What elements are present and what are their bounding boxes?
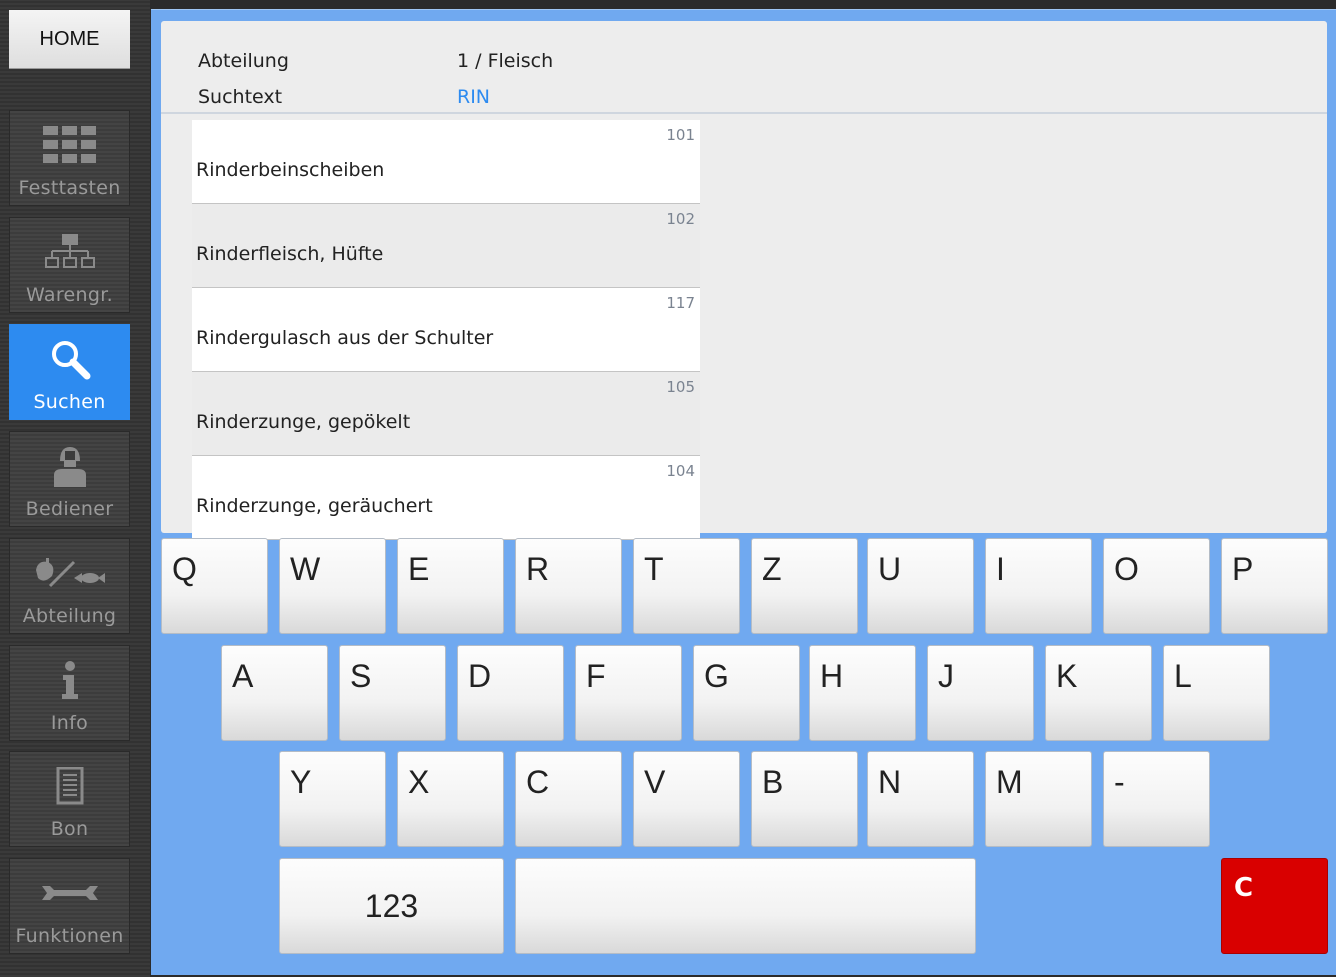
receipt-icon [56, 760, 84, 812]
article-code: 105 [666, 378, 695, 396]
sidebar-item-label: Funktionen [15, 925, 124, 947]
article-code: 102 [666, 210, 695, 228]
result-item[interactable]: 102 Rinderfleisch, Hüfte [192, 204, 700, 288]
sidebar-item-bon[interactable]: Bon [9, 751, 130, 847]
space-key[interactable] [515, 858, 976, 954]
result-item[interactable]: 104 Rinderzunge, geräuchert [192, 456, 700, 540]
key-q[interactable]: Q [161, 538, 268, 634]
result-item[interactable]: 117 Rindergulasch aus der Schulter [192, 288, 700, 372]
sidebar-item-funktionen[interactable]: Funktionen [9, 858, 130, 954]
key-u[interactable]: U [867, 538, 974, 634]
sidebar-item-label: Bon [50, 818, 89, 840]
operator-icon [50, 440, 90, 492]
sidebar-item-label: Abteilung [22, 605, 117, 627]
search-text-value: RIN [457, 86, 491, 108]
sidebar-item-label: Info [50, 712, 89, 734]
article-name: Rinderzunge, gepökelt [196, 411, 411, 433]
key-a[interactable]: A [221, 645, 328, 741]
wrench-icon [40, 867, 100, 919]
key-z[interactable]: Z [751, 538, 858, 634]
sidebar-item-suchen[interactable]: Suchen [9, 324, 130, 420]
sidebar-item-label: Bediener [25, 498, 114, 520]
key-s[interactable]: S [339, 645, 446, 741]
key-j[interactable]: J [927, 645, 1034, 741]
info-icon [60, 654, 80, 706]
hierarchy-icon [44, 226, 95, 278]
key-f[interactable]: F [575, 645, 682, 741]
key-p[interactable]: P [1221, 538, 1328, 634]
department-row: Abteilung 1 / Fleisch [198, 50, 553, 72]
article-name: Rinderzunge, geräuchert [196, 495, 433, 517]
result-item[interactable]: 105 Rinderzunge, gepökelt [192, 372, 700, 456]
sidebar-item-festtasten[interactable]: Festtasten [9, 110, 130, 206]
key-i[interactable]: I [985, 538, 1092, 634]
home-button[interactable]: HOME [9, 10, 130, 69]
key-hyphen[interactable]: - [1103, 751, 1210, 847]
result-item[interactable]: 101 Rinderbeinscheiben [192, 120, 700, 204]
divider [161, 112, 1327, 114]
sidebar-item-label: Festtasten [18, 177, 121, 199]
search-icon [49, 333, 91, 385]
key-c[interactable]: C [515, 751, 622, 847]
numeric-keyboard-button[interactable]: 123 [279, 858, 504, 954]
key-d[interactable]: D [457, 645, 564, 741]
search-panel: Abteilung 1 / Fleisch Suchtext RIN 101 R… [161, 21, 1327, 540]
sidebar-item-label: Suchen [33, 391, 106, 413]
key-t[interactable]: T [633, 538, 740, 634]
key-n[interactable]: N [867, 751, 974, 847]
search-text-row: Suchtext RIN [198, 86, 490, 108]
department-value: 1 / Fleisch [457, 50, 554, 72]
key-g[interactable]: G [693, 645, 800, 741]
key-l[interactable]: L [1163, 645, 1270, 741]
key-h[interactable]: H [809, 645, 916, 741]
department-label: Abteilung [198, 50, 289, 72]
department-icon [34, 547, 106, 599]
article-code: 104 [666, 462, 695, 480]
article-code: 117 [666, 294, 695, 312]
key-b[interactable]: B [751, 751, 858, 847]
key-r[interactable]: R [515, 538, 622, 634]
key-y[interactable]: Y [279, 751, 386, 847]
key-v[interactable]: V [633, 751, 740, 847]
key-e[interactable]: E [397, 538, 504, 634]
grid-icon [42, 119, 97, 171]
home-button-label: HOME [39, 27, 100, 50]
sidebar-item-info[interactable]: Info [9, 645, 130, 741]
key-o[interactable]: O [1103, 538, 1210, 634]
key-k[interactable]: K [1045, 645, 1152, 741]
result-list: 101 Rinderbeinscheiben 102 Rinderfleisch… [192, 120, 700, 540]
sidebar: HOME Festtasten Warengr. Suchen Bediener… [0, 0, 150, 977]
article-code: 101 [666, 126, 695, 144]
key-w[interactable]: W [279, 538, 386, 634]
article-name: Rindergulasch aus der Schulter [196, 327, 494, 349]
sidebar-item-abteilung[interactable]: Abteilung [9, 538, 130, 634]
article-name: Rinderbeinscheiben [196, 159, 385, 181]
sidebar-item-label: Warengr. [26, 284, 113, 306]
main-panel: Abteilung 1 / Fleisch Suchtext RIN 101 R… [151, 9, 1336, 975]
article-name: Rinderfleisch, Hüfte [196, 243, 384, 265]
sidebar-item-warengruppen[interactable]: Warengr. [9, 217, 130, 313]
key-m[interactable]: M [985, 751, 1092, 847]
clear-button[interactable]: C [1221, 858, 1328, 954]
key-x[interactable]: X [397, 751, 504, 847]
sidebar-item-bediener[interactable]: Bediener [9, 431, 130, 527]
search-text-label: Suchtext [198, 86, 283, 108]
